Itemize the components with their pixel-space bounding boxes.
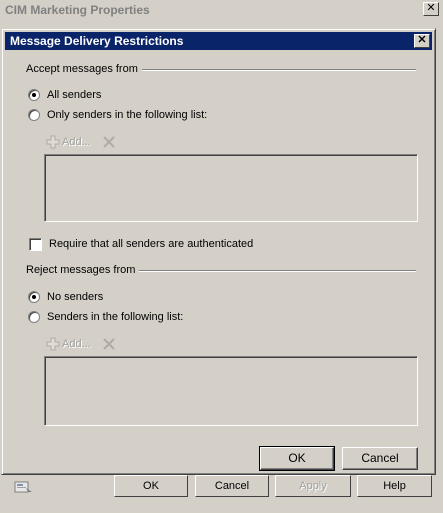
parent-window-title: CIM Marketing Properties xyxy=(0,0,443,19)
radio-button[interactable] xyxy=(28,311,40,323)
require-authentication-checkbox[interactable] xyxy=(29,237,42,251)
ok-button[interactable]: OK xyxy=(259,446,335,471)
parent-window-title-text: CIM Marketing Properties xyxy=(5,3,150,17)
reject-list-radio[interactable]: Senders in the following list: xyxy=(28,310,183,324)
dialog-titlebar: Message Delivery Restrictions ✕ xyxy=(5,32,432,50)
parent-close-icon[interactable]: ✕ xyxy=(423,2,439,16)
cancel-button[interactable]: Cancel xyxy=(342,447,418,470)
message-delivery-restrictions-dialog: Message Delivery Restrictions ✕ Accept m… xyxy=(1,28,436,475)
accept-senders-listbox[interactable] xyxy=(44,154,418,222)
accept-all-senders-radio[interactable]: All senders xyxy=(28,88,101,102)
reject-senders-listbox[interactable] xyxy=(44,356,418,426)
reject-list-toolbar: Add... xyxy=(46,336,115,352)
parent-help-button[interactable]: Help xyxy=(357,475,432,497)
reject-no-senders-label: No senders xyxy=(47,291,104,303)
accept-add-button[interactable]: Add... xyxy=(62,136,91,148)
reject-group-label: Reject messages from xyxy=(26,264,140,276)
dialog-close-icon[interactable]: ✕ xyxy=(414,34,430,48)
plus-add-icon[interactable] xyxy=(46,135,60,149)
radio-button[interactable] xyxy=(28,109,40,121)
x-remove-icon[interactable] xyxy=(103,338,115,350)
parent-button-bar: OK Cancel Apply Help xyxy=(0,475,443,499)
reject-no-senders-radio[interactable]: No senders xyxy=(28,290,103,304)
dialog-title: Message Delivery Restrictions xyxy=(10,34,184,48)
accept-only-list-label: Only senders in the following list: xyxy=(47,109,208,121)
x-remove-icon[interactable] xyxy=(103,136,115,148)
accept-group-label: Accept messages from xyxy=(26,63,142,75)
parent-cancel-button[interactable]: Cancel xyxy=(195,475,269,497)
accept-only-list-radio[interactable]: Only senders in the following list: xyxy=(28,108,207,122)
accept-all-senders-label: All senders xyxy=(47,89,102,101)
radio-button[interactable] xyxy=(28,89,40,101)
radio-button[interactable] xyxy=(28,291,40,303)
reject-list-label: Senders in the following list: xyxy=(47,311,184,323)
accept-list-toolbar: Add... xyxy=(46,134,115,150)
plus-add-icon[interactable] xyxy=(46,337,60,351)
require-authentication-label: Require that all senders are authenticat… xyxy=(49,238,254,250)
reject-add-button[interactable]: Add... xyxy=(62,338,91,350)
parent-ok-button[interactable]: OK xyxy=(114,475,188,497)
parent-apply-button[interactable]: Apply xyxy=(275,475,351,497)
require-authentication-checkbox-row[interactable]: Require that all senders are authenticat… xyxy=(29,237,253,251)
